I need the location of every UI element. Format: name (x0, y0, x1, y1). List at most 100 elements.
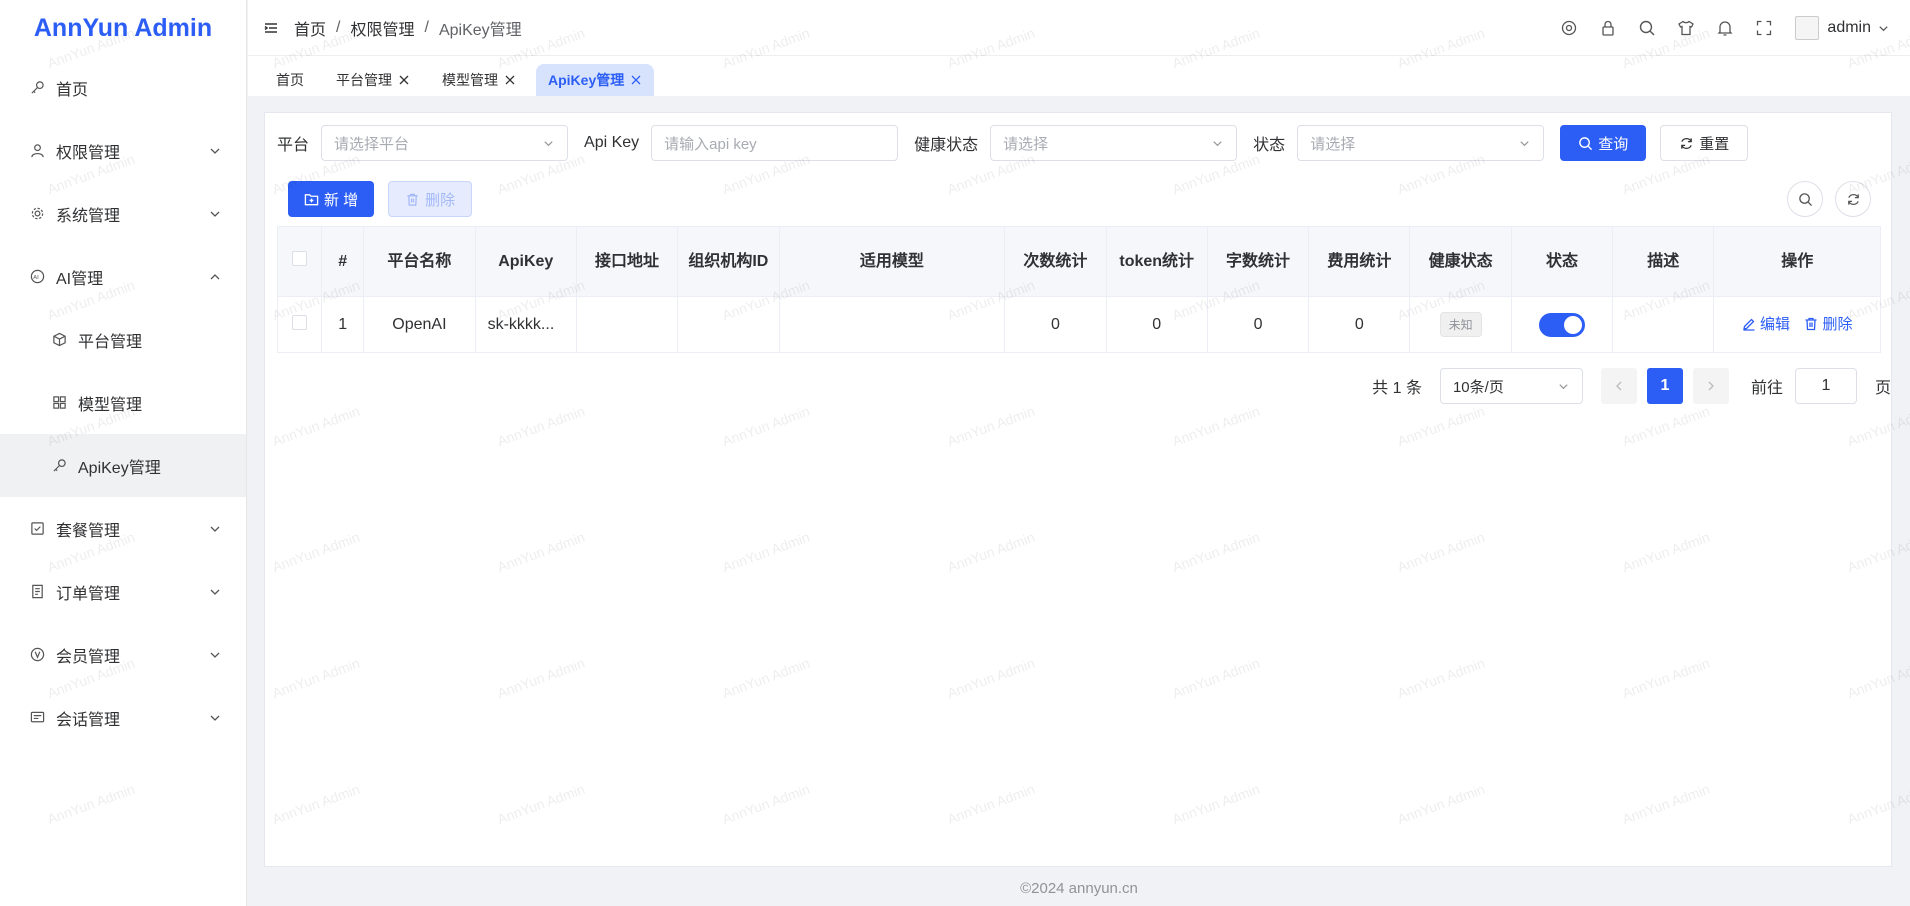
sidebar-item-ai[interactable]: AI AI管理 (0, 245, 246, 308)
query-button[interactable]: 查询 (1560, 125, 1647, 161)
breadcrumb-item[interactable]: 首页 (294, 16, 326, 40)
chevron-up-icon (210, 273, 220, 279)
chevron-down-icon (210, 715, 220, 721)
cell-endpoint (575, 296, 679, 353)
theme-icon[interactable] (1560, 19, 1578, 37)
close-icon[interactable] (504, 74, 516, 86)
refresh-button[interactable] (1835, 181, 1871, 217)
sidebar-item-apikey[interactable]: ApiKey管理 (0, 434, 246, 497)
tab-model[interactable]: 模型管理 (430, 64, 528, 96)
tab-label: 平台管理 (336, 72, 392, 88)
chevron-down-icon (210, 148, 220, 154)
sidebar: AnnYun Admin 首页 权限管理 系统管理 AI AI管理 平台管理 模… (0, 0, 247, 906)
lock-icon[interactable] (1599, 19, 1617, 37)
health-select[interactable]: 请选择 (990, 125, 1238, 161)
tab-bar: 首页 平台管理 模型管理 ApiKey管理 (248, 56, 1910, 96)
sidebar-item-session[interactable]: 会话管理 (0, 686, 246, 749)
pagination-total: 共 1 条 (1372, 380, 1422, 397)
add-button[interactable]: 新 增 (288, 181, 375, 217)
column-header: 状态 (1510, 226, 1614, 297)
bell-icon[interactable] (1716, 19, 1734, 37)
cell-index: 1 (321, 296, 365, 353)
status-placeholder: 请选择 (1310, 135, 1356, 153)
batch-delete-button[interactable]: 删除 (388, 181, 473, 217)
column-header: ApiKey (474, 226, 577, 297)
cell-chars: 0 (1206, 296, 1310, 353)
column-header: 平台名称 (363, 226, 476, 297)
page-number[interactable]: 1 (1646, 368, 1683, 404)
apikey-input[interactable]: 请输入api key (651, 125, 899, 161)
delete-label: 删除 (1822, 316, 1853, 334)
sidebar-item-label: 套餐管理 (56, 522, 121, 540)
sidebar-item-label: 首页 (56, 81, 89, 99)
cell-health: 未知 (1409, 296, 1512, 353)
edit-button[interactable]: 编辑 (1742, 313, 1790, 334)
gear-icon (28, 205, 46, 223)
key-icon (50, 457, 68, 475)
sidebar-item-order[interactable]: 订单管理 (0, 560, 246, 623)
table-toolbar: 新 增 删除 (288, 181, 473, 217)
table-row: 1 OpenAI sk-kkkk... 0 0 0 0 未知 编辑 删除 (276, 296, 1881, 353)
breadcrumb-item[interactable]: 权限管理 (350, 16, 414, 40)
close-icon[interactable] (398, 74, 410, 86)
chevron-right-icon (1708, 381, 1714, 391)
reset-button[interactable]: 重置 (1660, 125, 1749, 161)
goto-page-input[interactable]: 1 (1794, 368, 1857, 404)
chevron-down-icon[interactable] (1877, 22, 1890, 35)
sidebar-item-label: 平台管理 (78, 333, 143, 351)
username[interactable]: admin (1827, 19, 1871, 37)
sidebar-item-model[interactable]: 模型管理 (0, 371, 246, 434)
pagination: 共 1 条 10条/页 1 前往 1 页 (1372, 368, 1891, 404)
cell-status (1510, 296, 1614, 353)
cell-count: 0 (1004, 296, 1107, 353)
status-select[interactable]: 请选择 (1297, 125, 1545, 161)
cell-platform: OpenAI (363, 296, 476, 353)
tab-platform[interactable]: 平台管理 (324, 64, 422, 96)
apikey-placeholder: 请输入api key (664, 135, 757, 153)
sidebar-item-platform[interactable]: 平台管理 (0, 308, 246, 371)
cell-models (778, 296, 1006, 353)
select-all-checkbox[interactable] (276, 226, 323, 297)
sidebar-item-label: 会员管理 (56, 648, 121, 666)
platform-select[interactable]: 请选择平台 (321, 125, 569, 161)
delete-button[interactable]: 删除 (1804, 313, 1852, 334)
toggle-search-button[interactable] (1787, 181, 1823, 217)
table-tools (1775, 181, 1871, 217)
avatar[interactable] (1795, 16, 1820, 40)
row-checkbox[interactable] (276, 296, 323, 353)
column-header: 健康状态 (1409, 226, 1512, 297)
column-header: # (321, 226, 365, 297)
app-logo: AnnYun Admin (33, 13, 213, 42)
shirt-icon[interactable] (1677, 19, 1695, 37)
sidebar-item-system[interactable]: 系统管理 (0, 182, 246, 245)
fullscreen-icon[interactable] (1755, 19, 1773, 37)
add-label: 新 增 (324, 191, 359, 209)
tab-apikey[interactable]: ApiKey管理 (536, 64, 655, 96)
sidebar-item-label: 会话管理 (56, 711, 121, 729)
grid-icon (50, 394, 68, 412)
breadcrumb: 首页 / 权限管理 / ApiKey管理 (294, 16, 522, 40)
sidebar-item-permissions[interactable]: 权限管理 (0, 119, 246, 182)
ai-icon: AI (28, 268, 46, 286)
status-switch[interactable] (1538, 312, 1585, 337)
sidebar-item-home[interactable]: 首页 (0, 56, 246, 119)
apikey-table: # 平台名称 ApiKey 接口地址 组织机构ID 适用模型 次数统计 toke… (276, 226, 1881, 353)
search-icon[interactable] (1638, 19, 1656, 37)
svg-text:AI: AI (33, 275, 39, 281)
column-header: 字数统计 (1206, 226, 1310, 297)
sidebar-item-package[interactable]: 套餐管理 (0, 497, 246, 560)
query-label: 查询 (1598, 135, 1629, 153)
page-size-select[interactable]: 10条/页 (1439, 368, 1583, 404)
close-icon[interactable] (630, 74, 642, 86)
sidebar-item-label: ApiKey管理 (78, 459, 161, 477)
sidebar-item-member[interactable]: 会员管理 (0, 623, 246, 686)
cell-tokens: 0 (1105, 296, 1208, 353)
prev-page-button[interactable] (1600, 368, 1637, 404)
menu-fold-icon[interactable] (262, 19, 280, 37)
cell-desc (1612, 296, 1715, 353)
next-page-button[interactable] (1692, 368, 1729, 404)
platform-label: 平台 (277, 137, 310, 154)
reset-label: 重置 (1699, 135, 1730, 153)
tab-home[interactable]: 首页 (264, 64, 316, 96)
refresh-icon (1681, 137, 1693, 149)
